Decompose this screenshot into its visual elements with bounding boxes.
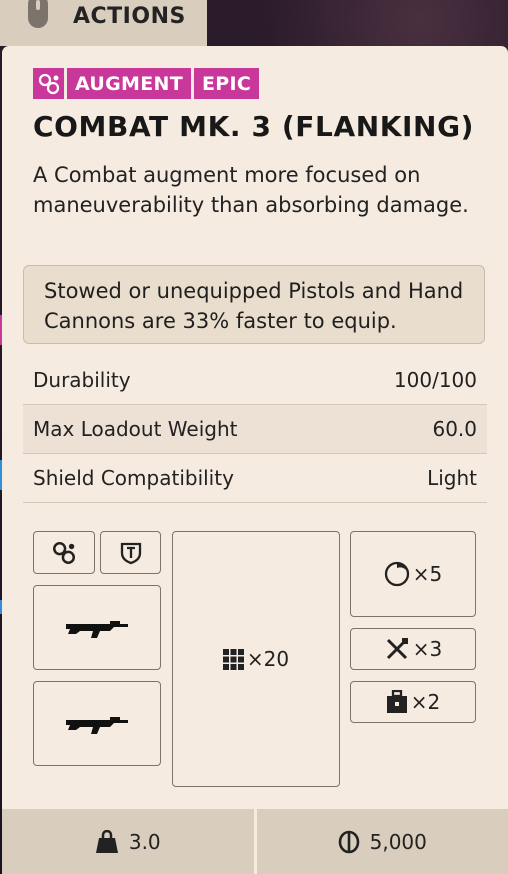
- mouse-icon: [28, 0, 48, 28]
- rifle-icon: [66, 716, 128, 734]
- backpack-count: ×20: [246, 647, 290, 671]
- grenade-icon: [384, 561, 409, 587]
- stat-row: Durability 100/100: [23, 356, 487, 405]
- augment-icon: [33, 68, 64, 99]
- weight-value: 3.0: [128, 829, 161, 854]
- shield-icon: [120, 542, 141, 564]
- stat-label: Max Loadout Weight: [33, 417, 238, 441]
- augment-slot[interactable]: [33, 531, 95, 574]
- case-icon: [386, 690, 407, 713]
- coin-icon: [338, 830, 359, 853]
- tag-rarity: EPIC: [194, 68, 260, 99]
- stats-table: Durability 100/100 Max Loadout Weight 60…: [23, 356, 487, 503]
- weapon-slot-1[interactable]: [33, 585, 161, 670]
- stat-row: Max Loadout Weight 60.0: [23, 405, 487, 454]
- quick-use-count: ×5: [412, 562, 443, 586]
- tools-count: ×3: [412, 637, 443, 661]
- stat-label: Shield Compatibility: [33, 466, 234, 490]
- tools-icon: [386, 638, 408, 660]
- price-cell: 5,000: [257, 809, 508, 874]
- tag-row: AUGMENT EPIC: [33, 68, 260, 99]
- weight-icon: [95, 829, 118, 853]
- item-card: AUGMENT EPIC COMBAT MK. 3 (FLANKING) A C…: [2, 46, 508, 874]
- stat-value: Light: [427, 466, 477, 490]
- augment-icon: [53, 541, 75, 564]
- weapon-slot-2[interactable]: [33, 681, 161, 766]
- actions-label: ACTIONS: [73, 4, 186, 29]
- rifle-icon: [66, 620, 128, 638]
- shield-slot[interactable]: [100, 531, 161, 574]
- actions-tab[interactable]: ACTIONS: [0, 0, 207, 46]
- footer-bar: 3.0 5,000: [2, 809, 508, 874]
- stat-value: 60.0: [432, 417, 477, 441]
- safe-pocket-slot[interactable]: ×2: [350, 681, 476, 723]
- quick-use-slot[interactable]: ×5: [350, 531, 476, 617]
- stat-value: 100/100: [393, 368, 477, 392]
- item-description: A Combat augment more focused on maneuve…: [33, 163, 469, 217]
- perk-box: Stowed or unequipped Pistols and Hand Ca…: [23, 265, 485, 344]
- tools-slot[interactable]: ×3: [350, 628, 476, 670]
- weight-cell: 3.0: [2, 809, 254, 874]
- grid-icon: [222, 648, 244, 670]
- item-title: COMBAT MK. 3 (FLANKING): [33, 110, 475, 143]
- stat-row: Shield Compatibility Light: [23, 454, 487, 503]
- stat-label: Durability: [33, 368, 131, 392]
- price-value: 5,000: [369, 829, 427, 854]
- tag-augment: AUGMENT: [67, 68, 191, 99]
- backpack-slot[interactable]: ×20: [172, 531, 340, 787]
- safe-pocket-count: ×2: [410, 690, 441, 714]
